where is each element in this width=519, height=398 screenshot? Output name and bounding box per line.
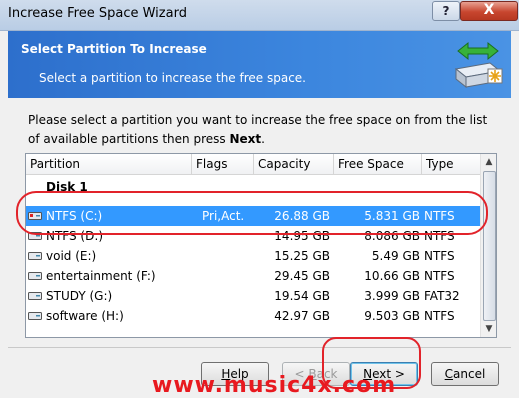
drive-icon bbox=[28, 252, 42, 260]
column-header-flags[interactable]: Flags bbox=[192, 154, 254, 175]
table-row[interactable]: software (H:) 42.97 GB 9.503 GB NTFS bbox=[26, 306, 480, 326]
partition-free-space: 9.503 GB bbox=[364, 309, 420, 323]
table-row[interactable]: STUDY (G:) 19.54 GB 3.999 GB FAT32 bbox=[26, 286, 480, 306]
scroll-up-icon[interactable]: ▲ bbox=[481, 154, 496, 170]
drive-icon bbox=[28, 292, 42, 300]
wizard-header: Select Partition To Increase Select a pa… bbox=[8, 31, 511, 98]
annotation-oval-selected-row bbox=[16, 191, 488, 235]
partition-list[interactable]: Partition Flags Capacity Free Space Type… bbox=[25, 153, 497, 338]
hard-drive-arrows-icon bbox=[454, 41, 503, 89]
window-title: Increase Free Space Wizard bbox=[8, 6, 187, 21]
intro-text: Please select a partition you want to in… bbox=[28, 113, 488, 146]
partition-name: software (H:) bbox=[46, 309, 124, 323]
partition-free-space: 3.999 GB bbox=[364, 289, 420, 303]
partition-type: NTFS bbox=[424, 269, 455, 283]
scroll-thumb[interactable] bbox=[483, 171, 496, 321]
partition-name: STUDY (G:) bbox=[46, 289, 113, 303]
partition-capacity: 42.97 GB bbox=[274, 309, 330, 323]
cancel-button[interactable]: Cancel bbox=[431, 362, 499, 386]
partition-type: NTFS bbox=[424, 249, 455, 263]
column-header-capacity[interactable]: Capacity bbox=[254, 154, 334, 175]
column-header-free-space[interactable]: Free Space bbox=[334, 154, 422, 175]
partition-free-space: 5.49 GB bbox=[371, 249, 420, 263]
partition-free-space: 10.66 GB bbox=[364, 269, 420, 283]
vertical-scrollbar[interactable]: ▲ ▼ bbox=[480, 154, 496, 337]
partition-name: entertainment (F:) bbox=[46, 269, 156, 283]
partition-capacity: 19.54 GB bbox=[274, 289, 330, 303]
drive-icon bbox=[28, 312, 42, 320]
partition-capacity: 15.25 GB bbox=[274, 249, 330, 263]
partition-type: NTFS bbox=[424, 309, 455, 323]
header-subtitle: Select a partition to increase the free … bbox=[39, 71, 306, 85]
help-title-button[interactable]: ? bbox=[432, 1, 460, 21]
partition-name: void (E:) bbox=[46, 249, 97, 263]
column-header-partition[interactable]: Partition bbox=[26, 154, 192, 175]
header-title: Select Partition To Increase bbox=[21, 42, 207, 56]
watermark-text: www.music4x.com bbox=[152, 373, 397, 398]
title-bar: Increase Free Space Wizard ? X bbox=[0, 0, 519, 31]
column-header-type[interactable]: Type bbox=[422, 154, 480, 175]
table-row[interactable]: entertainment (F:) 29.45 GB 10.66 GB NTF… bbox=[26, 266, 480, 286]
table-row[interactable]: void (E:) 15.25 GB 5.49 GB NTFS bbox=[26, 246, 480, 266]
partition-type: FAT32 bbox=[424, 289, 460, 303]
footer-separator bbox=[8, 347, 511, 348]
scroll-down-icon[interactable]: ▼ bbox=[481, 321, 496, 337]
close-button[interactable]: X bbox=[460, 1, 518, 21]
partition-capacity: 29.45 GB bbox=[274, 269, 330, 283]
drive-icon bbox=[28, 272, 42, 280]
